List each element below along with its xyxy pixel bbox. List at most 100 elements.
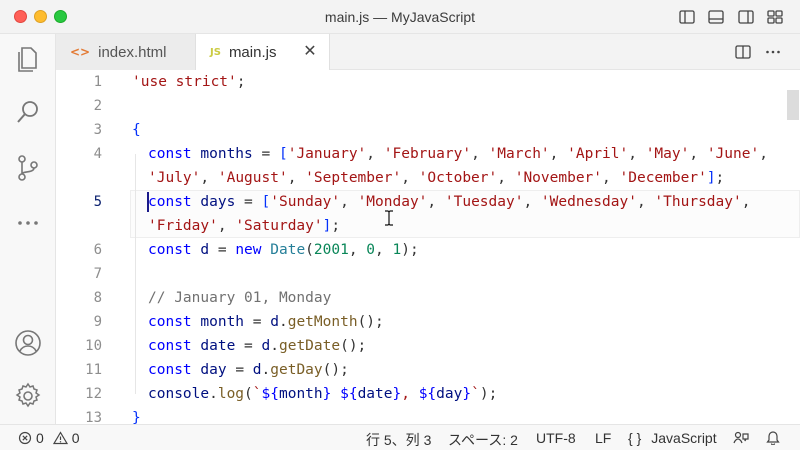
more-views-icon[interactable] [13, 208, 43, 238]
code-token: const [148, 146, 201, 162]
code-token: 'June' [706, 146, 760, 162]
braces-icon: { } [628, 430, 642, 446]
code-token: new [235, 242, 271, 258]
split-editor-icon[interactable] [734, 43, 752, 61]
tab-main-js[interactable]: JS main.js ✕ [196, 34, 330, 71]
code-token: ` [471, 386, 480, 402]
status-bar: 0 0 行 5、列 3 スペース: 2 UTF-8 LF { } JavaScr… [0, 424, 800, 450]
code-token: , [628, 146, 646, 162]
accounts-icon[interactable] [13, 328, 43, 358]
code-token: 'September' [305, 170, 402, 186]
code-token: const [148, 362, 201, 378]
code-token: 'December' [619, 170, 707, 186]
code-token: 'January' [287, 146, 367, 162]
code-line[interactable]: 8 // January 01, Monday [56, 286, 800, 310]
language-mode[interactable]: { } JavaScript [628, 430, 717, 446]
code-line[interactable]: 1 'use strict'; [56, 70, 800, 94]
code-line[interactable]: 4 const months = ['January', 'February', … [56, 142, 800, 166]
code-token: , [427, 194, 445, 210]
explorer-icon[interactable] [13, 44, 43, 74]
source-control-icon[interactable] [13, 153, 43, 183]
code-line[interactable]: 11 const day = d.getDay(); [56, 358, 800, 382]
code-token: 'March' [488, 146, 550, 162]
settings-gear-icon[interactable] [13, 381, 43, 411]
code-line[interactable]: 13} [56, 406, 800, 424]
indentation[interactable]: スペース: 2 [448, 430, 518, 450]
code-token: const [148, 242, 201, 258]
code-token: month [278, 386, 323, 402]
code-line[interactable]: 6 const d = new Date(2001, 0, 1); [56, 238, 800, 262]
code-token: 'Friday' [148, 218, 218, 234]
end-of-line[interactable]: LF [595, 430, 611, 446]
line-number: 12 [85, 386, 102, 402]
code-token: ` [252, 386, 262, 402]
code-token: 'July' [148, 170, 201, 186]
code-token: 'Saturday' [235, 218, 323, 234]
code-line[interactable]: 10 const date = d.getDate(); [56, 334, 800, 358]
code-token: . [209, 386, 218, 402]
code-token: d [270, 314, 279, 330]
feedback-icon[interactable] [733, 431, 749, 445]
code-token: = [244, 314, 271, 330]
code-token: const [148, 338, 201, 354]
toggle-panel-icon[interactable] [707, 8, 725, 26]
code-text: } [132, 406, 141, 424]
code-token: { [132, 122, 141, 138]
code-line[interactable]: 'Friday', 'Saturday']; [56, 214, 800, 238]
notifications-bell-icon[interactable] [766, 430, 780, 445]
line-number: 8 [93, 290, 102, 306]
code-line[interactable]: 3{ [56, 118, 800, 142]
code-token: // January 01, Monday [148, 290, 332, 306]
code-line[interactable]: 12 console.log(`${month} ${date}, ${day}`… [56, 382, 800, 406]
code-token: = [226, 362, 253, 378]
toggle-primary-sidebar-icon[interactable] [678, 8, 696, 26]
code-token: . [270, 338, 279, 354]
line-number: 6 [93, 242, 102, 258]
code-line[interactable]: 'July', 'August', 'September', 'October'… [56, 166, 800, 190]
tab-index-html[interactable]: <> index.html [56, 34, 196, 70]
line-number: 13 [85, 410, 102, 424]
code-token: day [436, 386, 463, 402]
customize-layout-icon[interactable] [766, 8, 784, 26]
toggle-secondary-sidebar-icon[interactable] [737, 8, 755, 26]
error-icon [18, 431, 32, 445]
vertical-scrollbar[interactable] [786, 70, 800, 424]
code-token: 'Tuesday' [444, 194, 524, 210]
code-token: , [348, 242, 367, 258]
line-number: 4 [93, 146, 102, 162]
code-token: , [401, 170, 419, 186]
code-token: date [357, 386, 393, 402]
close-icon[interactable]: ✕ [301, 43, 319, 61]
error-count: 0 [36, 430, 44, 446]
code-token: , [741, 194, 751, 210]
activity-bar [0, 34, 56, 424]
code-token: ${ [418, 386, 437, 402]
code-token: [ [261, 194, 271, 210]
problems-indicator[interactable]: 0 0 [18, 430, 80, 446]
tab-label: main.js [228, 44, 277, 61]
code-token: d [252, 362, 262, 378]
search-icon[interactable] [13, 97, 43, 127]
encoding[interactable]: UTF-8 [536, 430, 576, 446]
code-token: getDay [270, 362, 323, 378]
scrollbar-thumb[interactable] [787, 90, 799, 120]
code-line[interactable]: 7 [56, 262, 800, 286]
code-token: ); [479, 386, 498, 402]
code-line[interactable]: 2 [56, 94, 800, 118]
code-token: month [200, 314, 245, 330]
code-token: day [200, 362, 227, 378]
code-token: 'October' [418, 170, 498, 186]
code-token: ; [715, 170, 725, 186]
code-token: d [261, 338, 271, 354]
code-token: , [401, 386, 419, 402]
code-line[interactable]: 5 const days = ['Sunday', 'Monday', 'Tues… [56, 190, 800, 214]
cursor-position[interactable]: 行 5、列 3 [366, 430, 431, 450]
code-token: Date [270, 242, 306, 258]
mouse-ibeam-cursor-icon [385, 210, 393, 226]
code-editor[interactable]: 1'use strict'; 2 3{4 const months = ['Janua… [56, 70, 800, 424]
more-actions-icon[interactable] [764, 43, 782, 61]
code-text: const day = d.getDay(); [148, 358, 349, 382]
code-line[interactable]: 9 const month = d.getMonth(); [56, 310, 800, 334]
code-text: const date = d.getDate(); [148, 334, 366, 358]
